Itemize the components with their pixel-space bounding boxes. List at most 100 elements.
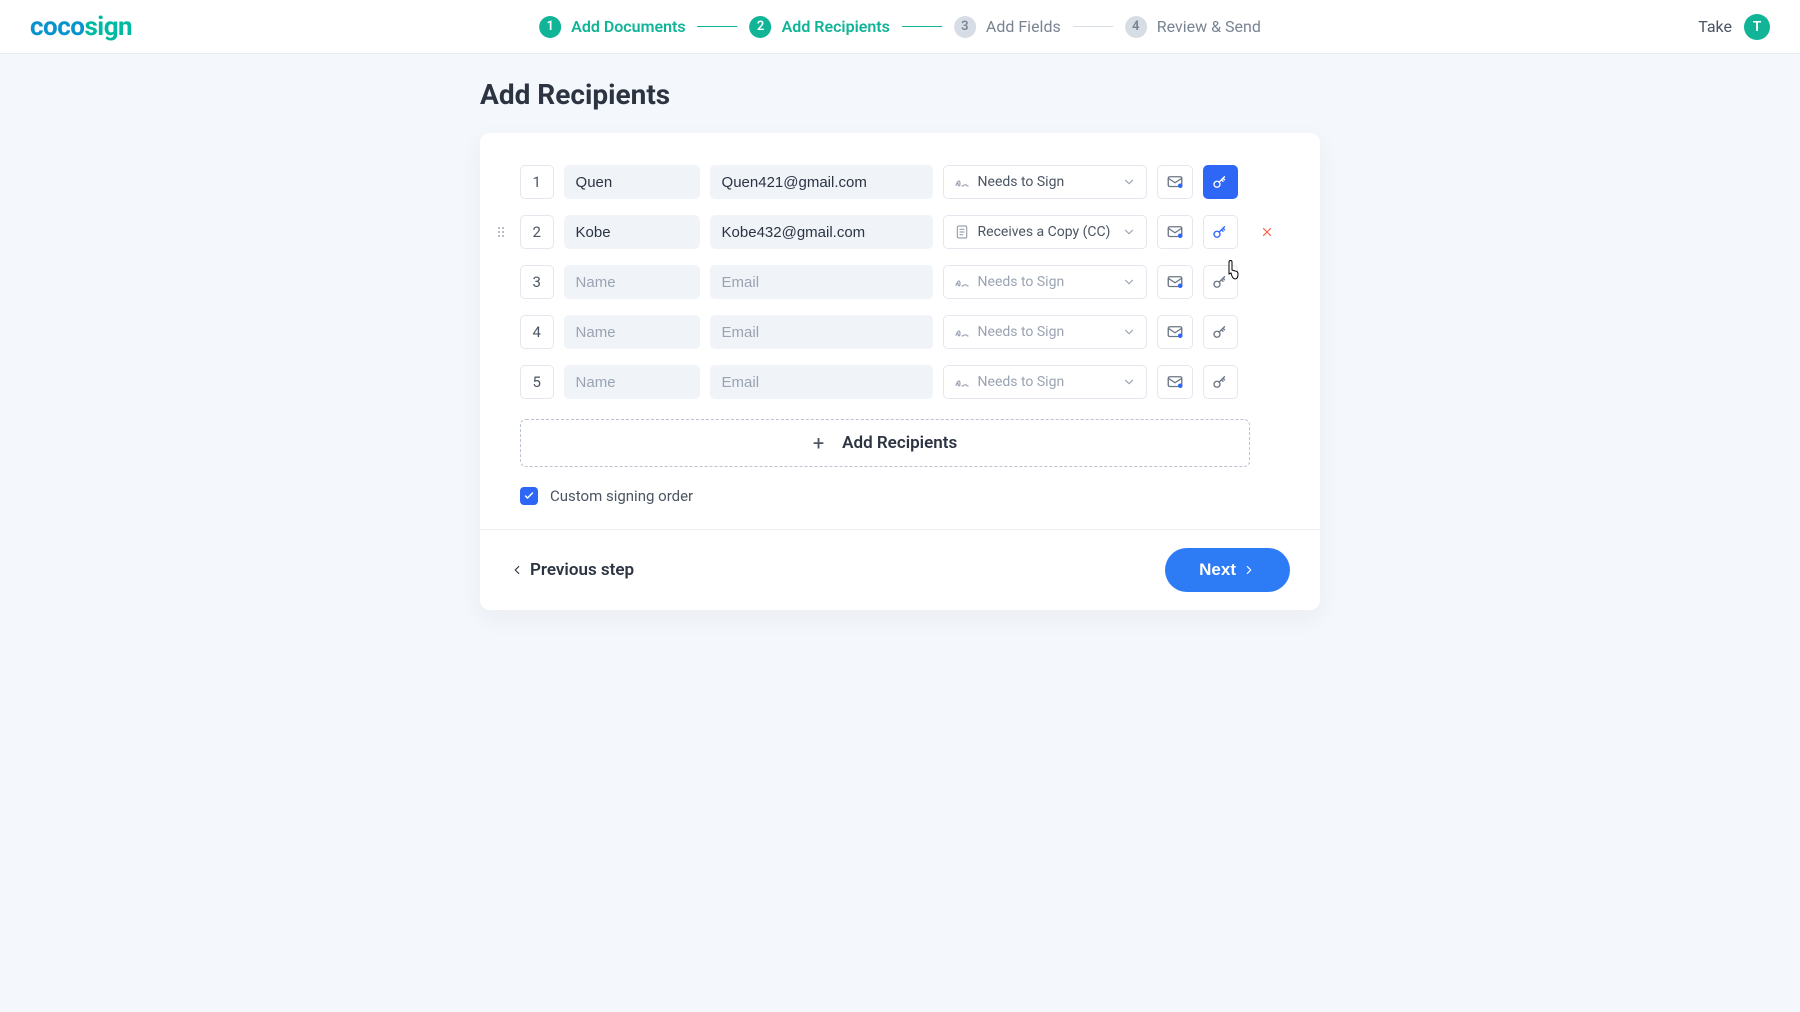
topbar: cocosign 1 Add Documents 2 Add Recipient… bbox=[0, 0, 1800, 54]
document-icon bbox=[954, 224, 970, 240]
step-add-documents[interactable]: 1 Add Documents bbox=[539, 16, 685, 38]
role-label: Receives a Copy (CC) bbox=[978, 224, 1111, 240]
recipient-email-input[interactable] bbox=[710, 265, 933, 299]
role-select[interactable]: Needs to Sign bbox=[943, 315, 1147, 349]
plus-icon: + bbox=[813, 431, 824, 455]
key-icon bbox=[1211, 173, 1229, 191]
delete-recipient-button[interactable] bbox=[1254, 219, 1280, 245]
logo[interactable]: cocosign bbox=[30, 12, 132, 42]
chevron-down-icon bbox=[1122, 275, 1136, 289]
step-label: Add Recipients bbox=[782, 17, 890, 36]
signature-icon bbox=[954, 374, 970, 390]
step-label: Review & Send bbox=[1157, 17, 1261, 36]
add-recipients-label: Add Recipients bbox=[842, 433, 957, 453]
role-label: Needs to Sign bbox=[978, 174, 1065, 190]
chevron-right-icon bbox=[1242, 563, 1256, 577]
add-recipients-button[interactable]: + Add Recipients bbox=[520, 419, 1250, 467]
step-number: 4 bbox=[1125, 16, 1147, 38]
close-icon bbox=[1260, 225, 1274, 239]
next-button[interactable]: Next bbox=[1165, 548, 1290, 592]
role-select[interactable]: Needs to Sign bbox=[943, 265, 1147, 299]
recipient-name-input[interactable] bbox=[564, 165, 700, 199]
key-icon bbox=[1211, 323, 1229, 341]
access-code-button[interactable] bbox=[1203, 315, 1239, 349]
wizard-steps: 1 Add Documents 2 Add Recipients 3 Add F… bbox=[539, 16, 1261, 38]
recipient-rows: 1Needs to Sign 2 Receives a Copy (CC) 3 Need… bbox=[520, 165, 1280, 399]
mail-icon bbox=[1166, 323, 1184, 341]
recipient-row: 4 Needs to Sign bbox=[520, 315, 1280, 349]
access-code-button[interactable] bbox=[1203, 265, 1239, 299]
recipient-row: 5 Needs to Sign bbox=[520, 365, 1280, 399]
recipient-email-input[interactable] bbox=[710, 315, 933, 349]
recipient-name-input[interactable] bbox=[564, 365, 700, 399]
step-review-send[interactable]: 4 Review & Send bbox=[1125, 16, 1261, 38]
role-select[interactable]: Needs to Sign bbox=[943, 365, 1147, 399]
signature-icon bbox=[954, 274, 970, 290]
custom-signing-order[interactable]: Custom signing order bbox=[520, 487, 1280, 505]
chevron-down-icon bbox=[1122, 375, 1136, 389]
step-label: Add Fields bbox=[986, 17, 1061, 36]
recipient-row: 3 Needs to Sign bbox=[520, 265, 1280, 299]
private-message-button[interactable] bbox=[1157, 365, 1193, 399]
card-footer: Previous step Next bbox=[480, 529, 1320, 610]
step-connector bbox=[1073, 26, 1113, 27]
order-number: 5 bbox=[520, 365, 554, 399]
custom-order-label: Custom signing order bbox=[550, 487, 693, 505]
chevron-left-icon bbox=[510, 563, 524, 577]
checkbox-checked-icon[interactable] bbox=[520, 487, 538, 505]
step-add-recipients[interactable]: 2 Add Recipients bbox=[750, 16, 890, 38]
user-area[interactable]: Take T bbox=[1698, 14, 1770, 40]
step-number: 3 bbox=[954, 16, 976, 38]
previous-step-label: Previous step bbox=[530, 560, 634, 580]
role-select[interactable]: Receives a Copy (CC) bbox=[943, 215, 1147, 249]
private-message-button[interactable] bbox=[1157, 315, 1193, 349]
step-add-fields[interactable]: 3 Add Fields bbox=[954, 16, 1061, 38]
drag-handle-icon[interactable] bbox=[492, 224, 510, 240]
step-label: Add Documents bbox=[571, 17, 685, 36]
key-icon bbox=[1211, 273, 1229, 291]
next-label: Next bbox=[1199, 560, 1236, 580]
order-number: 4 bbox=[520, 315, 554, 349]
recipient-email-input[interactable] bbox=[710, 365, 933, 399]
avatar: T bbox=[1744, 14, 1770, 40]
chevron-down-icon bbox=[1122, 175, 1136, 189]
mail-icon bbox=[1166, 223, 1184, 241]
signature-icon bbox=[954, 324, 970, 340]
key-icon bbox=[1211, 223, 1229, 241]
logo-part1: coco bbox=[30, 12, 84, 42]
order-number: 3 bbox=[520, 265, 554, 299]
recipient-email-input[interactable] bbox=[710, 215, 933, 249]
recipient-name-input[interactable] bbox=[564, 215, 700, 249]
signature-icon bbox=[954, 174, 970, 190]
recipients-card: 1Needs to Sign 2 Receives a Copy (CC) 3 Need… bbox=[480, 133, 1320, 610]
role-label: Needs to Sign bbox=[978, 374, 1065, 390]
access-code-button[interactable] bbox=[1203, 165, 1239, 199]
private-message-button[interactable] bbox=[1157, 265, 1193, 299]
page: Add Recipients 1Needs to Sign 2 Receives a… bbox=[0, 54, 1800, 610]
role-select[interactable]: Needs to Sign bbox=[943, 165, 1147, 199]
mail-icon bbox=[1166, 373, 1184, 391]
recipient-row: 2 Receives a Copy (CC) bbox=[520, 215, 1280, 249]
previous-step-button[interactable]: Previous step bbox=[510, 560, 634, 580]
page-title: Add Recipients bbox=[480, 78, 1320, 111]
chevron-down-icon bbox=[1122, 325, 1136, 339]
recipient-name-input[interactable] bbox=[564, 315, 700, 349]
order-number: 2 bbox=[520, 215, 554, 249]
user-name: Take bbox=[1698, 17, 1732, 36]
access-code-button[interactable] bbox=[1203, 215, 1239, 249]
mail-icon bbox=[1166, 173, 1184, 191]
role-label: Needs to Sign bbox=[978, 324, 1065, 340]
access-code-button[interactable] bbox=[1203, 365, 1239, 399]
chevron-down-icon bbox=[1122, 225, 1136, 239]
mail-icon bbox=[1166, 273, 1184, 291]
key-icon bbox=[1211, 373, 1229, 391]
step-number: 1 bbox=[539, 16, 561, 38]
recipient-name-input[interactable] bbox=[564, 265, 700, 299]
recipient-email-input[interactable] bbox=[710, 165, 933, 199]
private-message-button[interactable] bbox=[1157, 215, 1193, 249]
role-label: Needs to Sign bbox=[978, 274, 1065, 290]
private-message-button[interactable] bbox=[1157, 165, 1193, 199]
step-number: 2 bbox=[750, 16, 772, 38]
recipient-row: 1Needs to Sign bbox=[520, 165, 1280, 199]
step-connector bbox=[698, 26, 738, 27]
